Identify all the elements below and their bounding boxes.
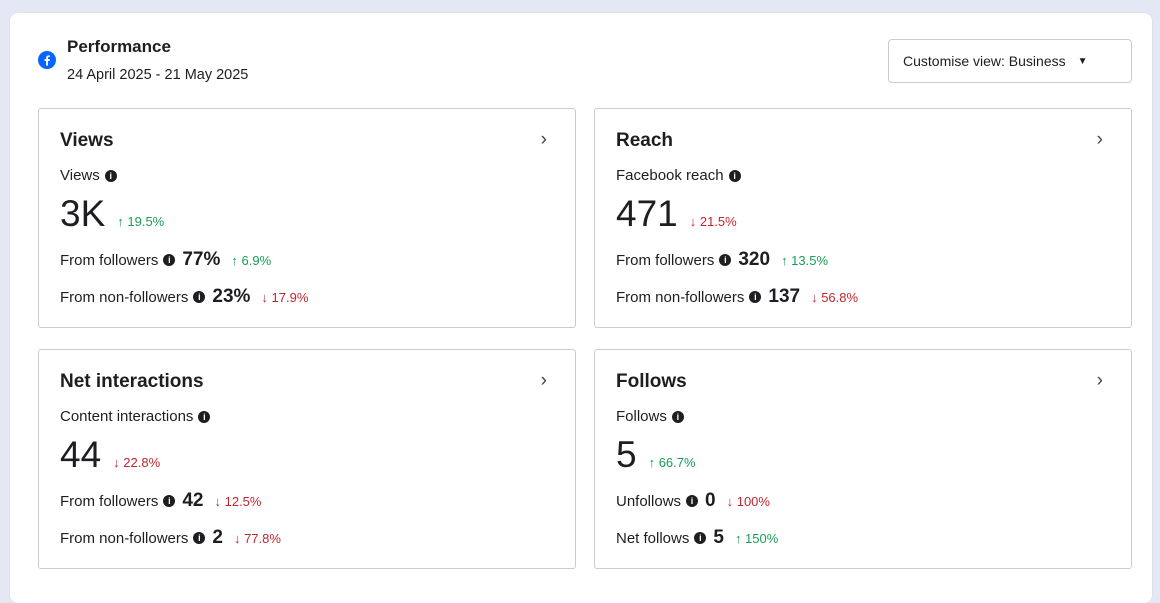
metric-change: ↑ 66.7% (648, 455, 696, 470)
row-label: Unfollows (616, 492, 682, 510)
metric-label: Facebook reach i (616, 167, 741, 184)
metric-value: 471 (616, 193, 678, 234)
breakdown-row: From non-followers i 23% ↓ 17.9% (60, 286, 308, 308)
breakdown-row: From followers i 320 ↑ 13.5% (616, 249, 828, 271)
metric-value: 3K (60, 193, 106, 234)
views-card[interactable]: Views › Views i 3K ↑ 19.5% From follower… (38, 108, 576, 328)
metric-value-group: 44 ↓ 22.8% (60, 434, 160, 476)
metric-label-text: Follows (616, 408, 667, 425)
chevron-right-icon[interactable]: › (1097, 370, 1103, 392)
card-title: Net interactions (60, 371, 204, 392)
info-icon[interactable]: i (198, 410, 211, 423)
panel-header: Performance 24 April 2025 - 21 May 2025 … (10, 13, 1152, 108)
page-title: Performance (67, 37, 171, 56)
breakdown-row: From followers i 77% ↑ 6.9% (60, 249, 271, 271)
facebook-icon (38, 51, 56, 69)
breakdown-row: From non-followers i 137 ↓ 56.8% (616, 286, 858, 308)
row-value: 77% (182, 249, 221, 270)
row-label: From followers (60, 492, 159, 510)
row-label: From followers (616, 251, 715, 269)
metric-change: ↓ 21.5% (689, 214, 737, 229)
row-value: 0 (705, 490, 716, 511)
metric-value: 5 (616, 434, 637, 475)
metric-label-text: Views (60, 167, 100, 184)
info-icon[interactable]: i (193, 291, 206, 303)
net-interactions-card[interactable]: Net interactions › Content interactions … (38, 349, 576, 569)
row-change: ↓ 77.8% (233, 530, 281, 546)
row-value: 42 (182, 490, 204, 511)
breakdown-row: Unfollows i 0 ↓ 100% (616, 490, 770, 512)
row-label: Net follows (616, 529, 690, 547)
metric-value-group: 471 ↓ 21.5% (616, 193, 737, 235)
metric-value-group: 5 ↑ 66.7% (616, 434, 696, 476)
metric-label: Views i (60, 167, 117, 184)
row-label: From non-followers (60, 288, 189, 306)
chevron-right-icon[interactable]: › (541, 129, 547, 151)
info-icon[interactable]: i (163, 495, 176, 507)
metric-label: Content interactions i (60, 408, 211, 425)
row-value: 137 (768, 286, 801, 307)
metric-change: ↓ 22.8% (113, 455, 161, 470)
info-icon[interactable]: i (728, 169, 741, 182)
info-icon[interactable]: i (104, 169, 117, 182)
row-change: ↓ 17.9% (261, 289, 309, 305)
follows-card[interactable]: Follows › Follows i 5 ↑ 66.7% Unfollows … (594, 349, 1132, 569)
row-change: ↑ 150% (734, 530, 779, 546)
info-icon[interactable]: i (671, 410, 684, 423)
row-label: From non-followers (60, 529, 189, 547)
info-icon[interactable]: i (719, 254, 732, 266)
caret-down-icon: ▼ (1077, 55, 1088, 67)
info-icon[interactable]: i (193, 532, 206, 544)
customise-view-label: Customise view: Business (903, 53, 1066, 69)
row-change: ↑ 13.5% (781, 252, 829, 268)
chevron-right-icon[interactable]: › (1097, 129, 1103, 151)
metric-change: ↑ 19.5% (117, 214, 165, 229)
customise-view-button[interactable]: Customise view: Business ▼ (888, 39, 1132, 83)
card-title: Follows (616, 371, 687, 392)
date-range: 24 April 2025 - 21 May 2025 (67, 67, 249, 83)
row-label: From followers (60, 251, 159, 269)
card-title: Views (60, 130, 114, 151)
metric-label-text: Content interactions (60, 408, 194, 425)
row-change: ↑ 6.9% (231, 252, 272, 268)
row-value: 2 (212, 527, 223, 548)
info-icon[interactable]: i (694, 532, 707, 544)
performance-panel: Performance 24 April 2025 - 21 May 2025 … (10, 13, 1152, 603)
chevron-right-icon[interactable]: › (541, 370, 547, 392)
metric-value: 44 (60, 434, 102, 475)
metric-label: Follows i (616, 408, 684, 425)
breakdown-row: From followers i 42 ↓ 12.5% (60, 490, 261, 512)
info-icon[interactable]: i (749, 291, 762, 303)
row-change: ↓ 100% (726, 493, 770, 509)
row-value: 23% (212, 286, 251, 307)
breakdown-row: Net follows i 5 ↑ 150% (616, 527, 778, 549)
row-change: ↓ 56.8% (811, 289, 859, 305)
row-value: 5 (713, 527, 724, 548)
card-title: Reach (616, 130, 674, 151)
breakdown-row: From non-followers i 2 ↓ 77.8% (60, 527, 281, 549)
info-icon[interactable]: i (686, 495, 699, 507)
metric-value-group: 3K ↑ 19.5% (60, 193, 164, 235)
info-icon[interactable]: i (163, 254, 176, 266)
row-change: ↓ 12.5% (214, 493, 262, 509)
row-label: From non-followers (616, 288, 745, 306)
metric-label-text: Facebook reach (616, 167, 724, 184)
reach-card[interactable]: Reach › Facebook reach i 471 ↓ 21.5% Fro… (594, 108, 1132, 328)
row-value: 320 (738, 249, 771, 270)
